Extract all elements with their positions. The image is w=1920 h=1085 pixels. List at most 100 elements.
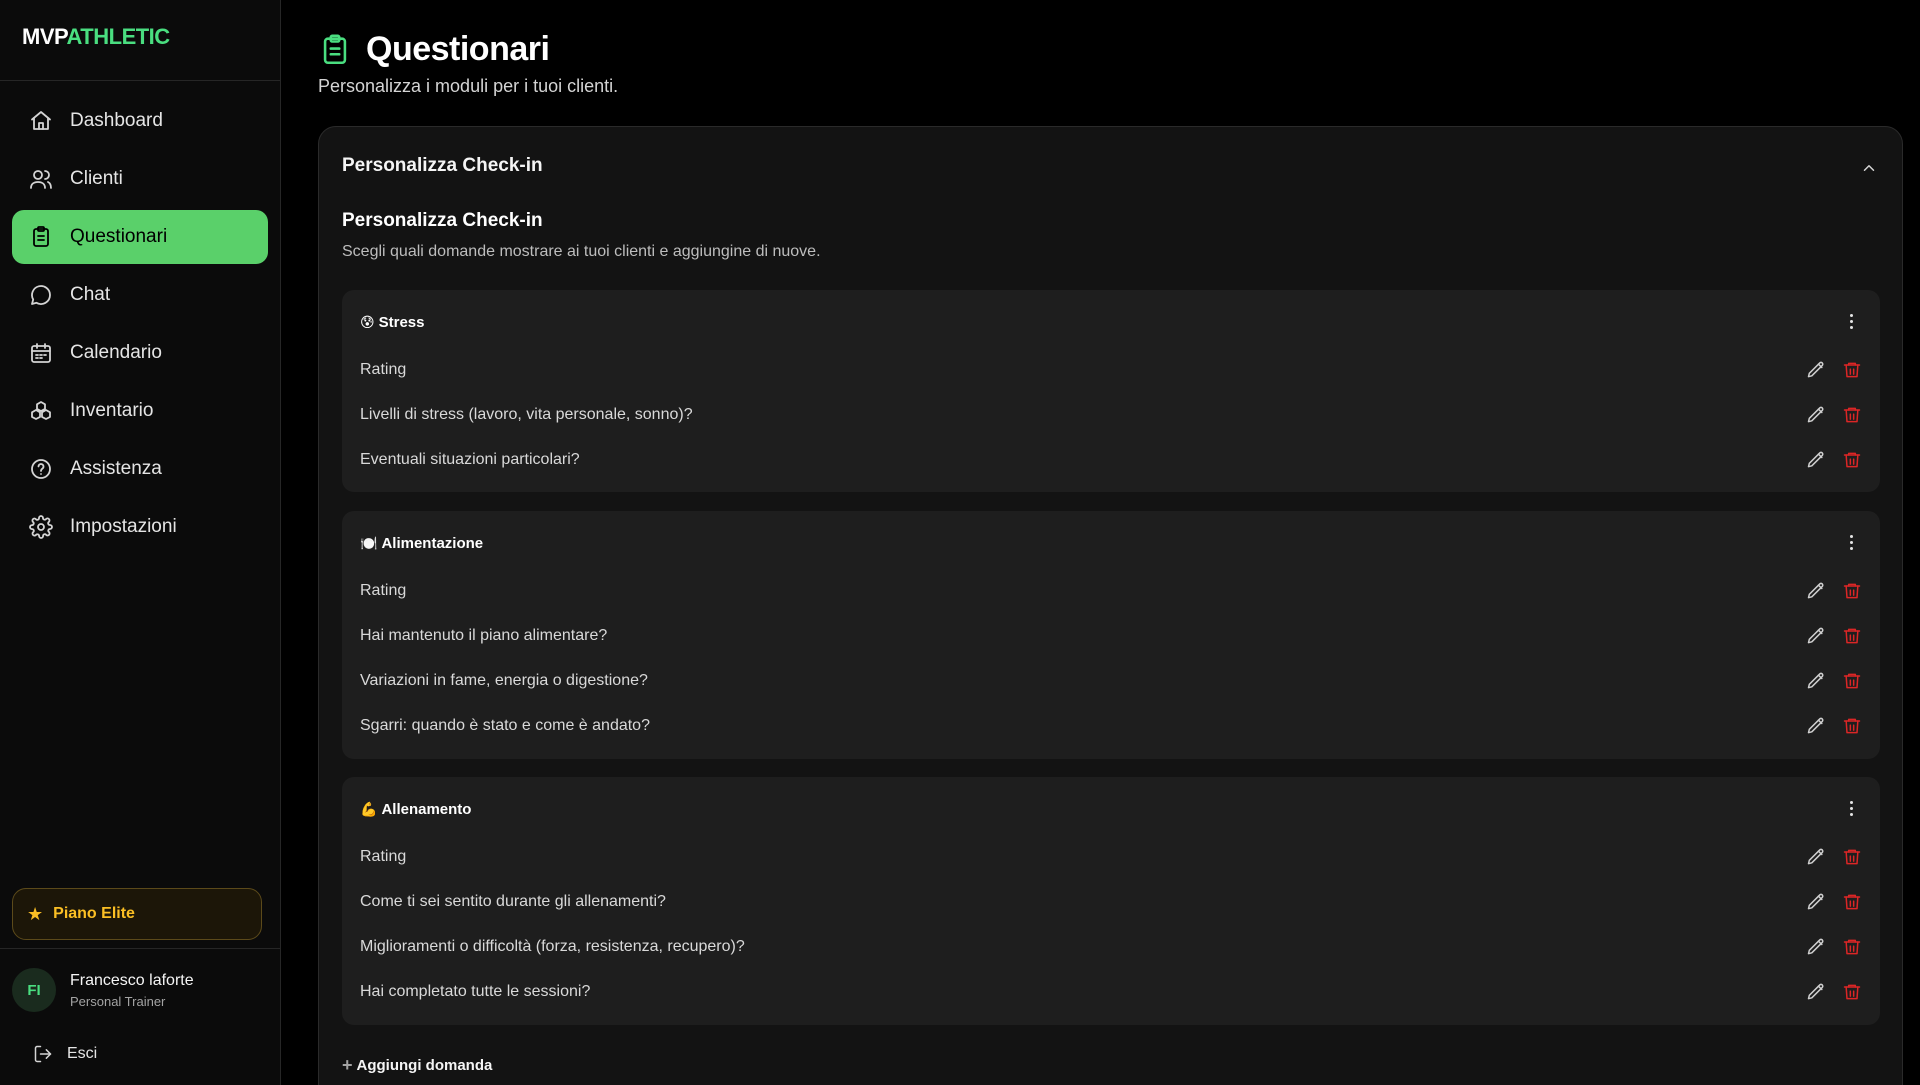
logout-button[interactable]: Esci	[33, 1044, 97, 1064]
logout-icon	[34, 1045, 52, 1063]
group-header: 😰 Stress	[360, 314, 424, 331]
gear-icon	[29, 515, 53, 539]
clipboard-icon	[29, 225, 53, 249]
trash-icon[interactable]	[1842, 982, 1862, 1002]
plate-emoji-icon: 🍽️	[360, 535, 378, 551]
muscle-emoji-icon: 💪	[360, 801, 378, 817]
question-group-allenamento: 💪 Allenamento Rating Come ti sei sentito…	[342, 777, 1880, 1025]
question-text: Hai mantenuto il piano alimentare?	[360, 627, 608, 644]
trash-icon[interactable]	[1842, 360, 1862, 380]
sidebar-item-label: Calendario	[70, 342, 162, 363]
question-text: Hai completato tutte le sessioni?	[360, 983, 591, 1000]
edit-icon[interactable]	[1806, 716, 1826, 736]
help-icon	[29, 457, 53, 481]
sidebar-item-label: Assistenza	[70, 458, 162, 479]
sidebar-item-label: Inventario	[70, 400, 154, 421]
more-options-icon[interactable]	[1848, 801, 1854, 821]
section-description: Scegli quali domande mostrare ai tuoi cl…	[342, 243, 821, 260]
trash-icon[interactable]	[1842, 716, 1862, 736]
checkin-card: Personalizza Check-in Personalizza Check…	[318, 126, 1903, 1085]
sidebar-item-clienti[interactable]: Clienti	[12, 152, 268, 206]
sidebar-item-impostazioni[interactable]: Impostazioni	[12, 500, 268, 554]
group-header: 🍽️ Alimentazione	[360, 535, 483, 552]
page-header: Questionari	[318, 30, 550, 69]
trash-icon[interactable]	[1842, 937, 1862, 957]
question-text: Sgarri: quando è stato e come è andato?	[360, 717, 650, 734]
question-text: Come ti sei sentito durante gli allename…	[360, 893, 666, 910]
clipboard-icon	[323, 34, 347, 64]
add-question-button[interactable]: + Aggiungi domanda	[342, 1055, 492, 1076]
more-options-icon[interactable]	[1848, 535, 1854, 555]
question-text: Variazioni in fame, energia o digestione…	[360, 672, 648, 689]
question-group-alimentazione: 🍽️ Alimentazione Rating Hai mantenuto il…	[342, 511, 1880, 759]
sidebar-item-inventario[interactable]: Inventario	[12, 384, 268, 438]
edit-icon[interactable]	[1806, 937, 1826, 957]
sidebar-item-assistenza[interactable]: Assistenza	[12, 442, 268, 496]
avatar: FI	[12, 968, 56, 1012]
sidebar-item-label: Impostazioni	[70, 516, 177, 537]
question-row: Hai completato tutte le sessioni?	[360, 972, 1862, 1012]
trash-icon[interactable]	[1842, 892, 1862, 912]
plan-badge[interactable]: ★ Piano Elite	[12, 888, 262, 940]
question-row: Rating	[360, 571, 1862, 611]
trash-icon[interactable]	[1842, 626, 1862, 646]
brand-logo[interactable]: MVPATHLETIC	[0, 0, 280, 81]
add-question-label: Aggiungi domanda	[356, 1057, 493, 1074]
question-text: Rating	[360, 361, 407, 378]
trash-icon[interactable]	[1842, 671, 1862, 691]
question-text: Miglioramenti o difficoltà (forza, resis…	[360, 938, 745, 955]
group-name: Allenamento	[381, 801, 472, 818]
logout-label: Esci	[67, 1045, 98, 1062]
page-subtitle: Personalizza i moduli per i tuoi clienti…	[318, 76, 619, 96]
sidebar-item-label: Questionari	[70, 226, 168, 247]
question-row: Variazioni in fame, energia o digestione…	[360, 661, 1862, 701]
edit-icon[interactable]	[1806, 626, 1826, 646]
trash-icon[interactable]	[1842, 450, 1862, 470]
question-row: Sgarri: quando è stato e come è andato?	[360, 706, 1862, 746]
card-title: Personalizza Check-in	[342, 155, 543, 176]
edit-icon[interactable]	[1806, 847, 1826, 867]
sidebar-item-calendario[interactable]: Calendario	[12, 326, 268, 380]
edit-icon[interactable]	[1806, 450, 1826, 470]
sidebar-item-dashboard[interactable]: Dashboard	[12, 94, 268, 148]
home-icon	[29, 109, 53, 133]
sidebar-item-questionari[interactable]: Questionari	[12, 210, 268, 264]
group-name: Alimentazione	[381, 535, 484, 552]
trash-icon[interactable]	[1842, 847, 1862, 867]
group-name: Stress	[378, 314, 425, 331]
edit-icon[interactable]	[1806, 671, 1826, 691]
sidebar: MVPATHLETIC Dashboard Clienti Questionar…	[0, 0, 281, 1085]
question-text: Eventuali situazioni particolari?	[360, 451, 580, 468]
page-title: Questionari	[366, 30, 550, 68]
edit-icon[interactable]	[1806, 982, 1826, 1002]
question-row: Rating	[360, 837, 1862, 877]
plan-label: Piano Elite	[53, 905, 135, 922]
question-row: Miglioramenti o difficoltà (forza, resis…	[360, 927, 1862, 967]
user-name: Francesco laforte	[70, 971, 194, 989]
trash-icon[interactable]	[1842, 405, 1862, 425]
question-row: Come ti sei sentito durante gli allename…	[360, 882, 1862, 922]
inventory-icon	[29, 399, 53, 423]
chevron-up-icon	[1863, 165, 1875, 171]
edit-icon[interactable]	[1806, 405, 1826, 425]
collapse-button[interactable]	[1860, 159, 1878, 182]
sidebar-item-label: Chat	[70, 284, 111, 305]
chat-icon	[29, 283, 53, 307]
users-icon	[29, 167, 53, 191]
question-text: Rating	[360, 582, 407, 599]
group-header: 💪 Allenamento	[360, 801, 471, 818]
question-text: Rating	[360, 848, 407, 865]
question-group-stress: 😰 Stress Rating Livelli di stress (lavor…	[342, 290, 1880, 492]
trash-icon[interactable]	[1842, 581, 1862, 601]
edit-icon[interactable]	[1806, 581, 1826, 601]
star-icon: ★	[27, 903, 44, 924]
edit-icon[interactable]	[1806, 892, 1826, 912]
user-profile[interactable]: FI Francesco laforte Personal Trainer	[12, 968, 194, 1012]
more-options-icon[interactable]	[1848, 314, 1854, 334]
sidebar-nav: Dashboard Clienti Questionari Chat Calen…	[0, 81, 280, 554]
sidebar-item-chat[interactable]: Chat	[12, 268, 268, 322]
stress-emoji-icon: 😰	[360, 314, 375, 330]
edit-icon[interactable]	[1806, 360, 1826, 380]
sidebar-item-label: Clienti	[70, 168, 123, 189]
question-text: Livelli di stress (lavoro, vita personal…	[360, 406, 693, 423]
